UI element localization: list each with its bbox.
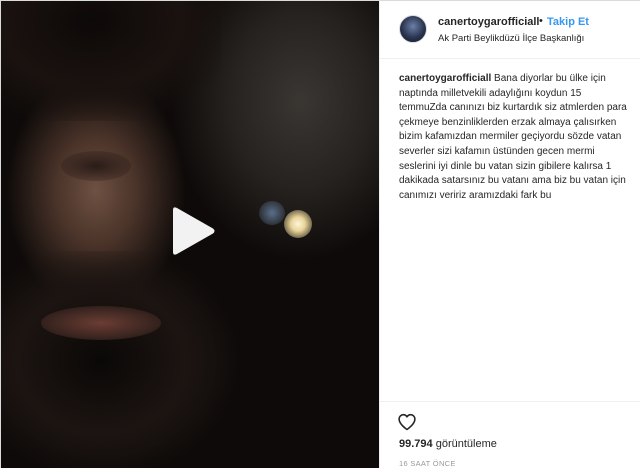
play-icon[interactable] bbox=[165, 204, 219, 258]
video-frame-detail bbox=[61, 151, 131, 181]
video-player[interactable] bbox=[1, 1, 379, 468]
video-frame-shadow bbox=[1, 1, 221, 121]
post-username[interactable]: canertoygarofficiall bbox=[438, 16, 539, 28]
post-frame: canertoygarofficiall • Takip Et Ak Parti… bbox=[0, 0, 640, 468]
post-header: canertoygarofficiall • Takip Et Ak Parti… bbox=[380, 1, 640, 59]
video-frame-detail bbox=[41, 306, 161, 340]
post-actions: 99.794 görüntüleme 16 SAAT ÖNCE bbox=[380, 401, 640, 468]
video-frame-shadow bbox=[1, 251, 251, 468]
video-frame-light bbox=[284, 210, 312, 238]
location-link[interactable]: Ak Parti Beylikdüzü İlçe Başkanlığı bbox=[438, 33, 584, 44]
caption-text: Bana diyorlar bu ülke için naptında mill… bbox=[399, 73, 627, 201]
follow-button[interactable]: Takip Et bbox=[547, 16, 589, 28]
post-caption: canertoygarofficiall Bana diyorlar bu ül… bbox=[399, 72, 627, 203]
view-count: 99.794 görüntüleme bbox=[399, 438, 497, 450]
view-count-number: 99.794 bbox=[399, 438, 433, 450]
post-timestamp: 16 SAAT ÖNCE bbox=[399, 459, 456, 468]
heart-icon[interactable] bbox=[397, 412, 417, 432]
view-count-label: görüntüleme bbox=[435, 438, 497, 450]
post-sidebar: canertoygarofficiall • Takip Et Ak Parti… bbox=[379, 1, 640, 468]
avatar[interactable] bbox=[399, 15, 427, 43]
video-frame-light bbox=[259, 201, 285, 225]
separator-dot: • bbox=[539, 15, 543, 27]
caption-username[interactable]: canertoygarofficiall bbox=[399, 73, 491, 84]
